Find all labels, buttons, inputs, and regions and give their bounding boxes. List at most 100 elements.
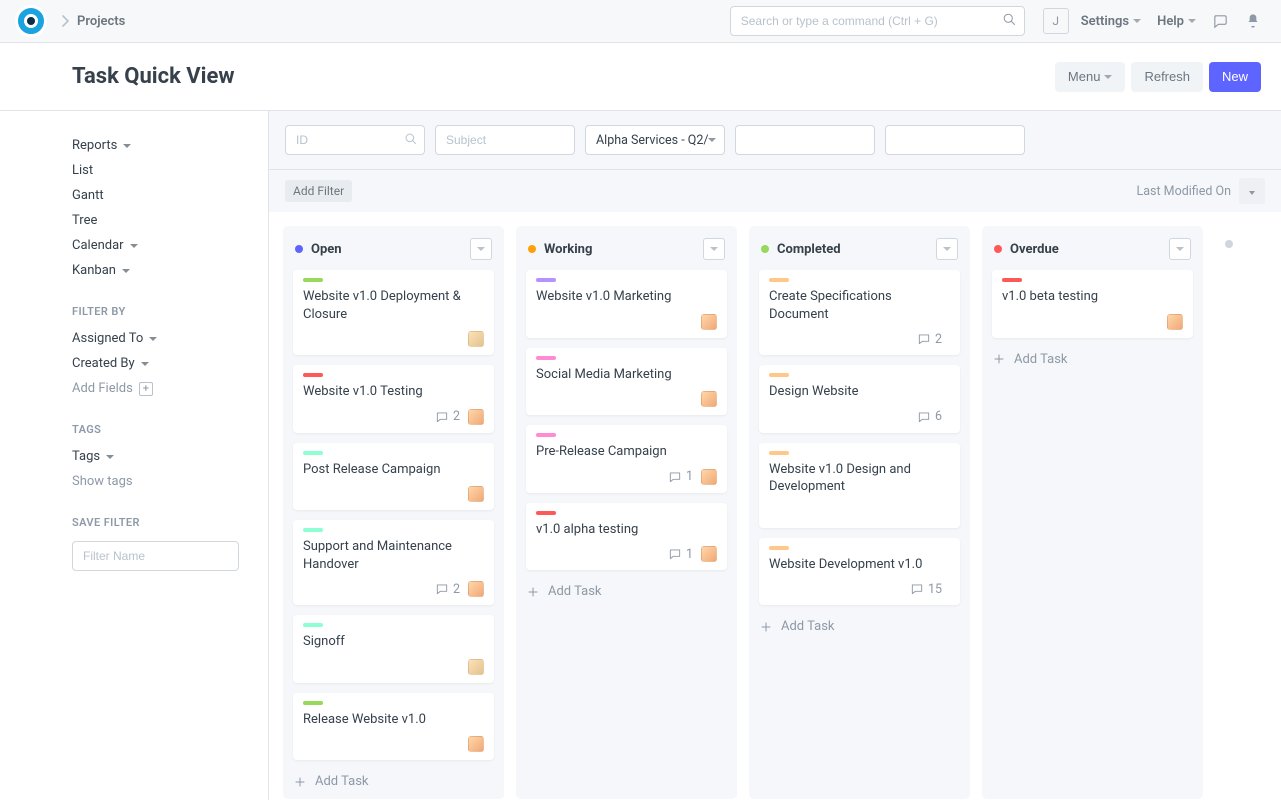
- filter-field[interactable]: [735, 125, 875, 155]
- task-title: Release Website v1.0: [303, 711, 484, 729]
- global-search-input[interactable]: [730, 6, 1025, 36]
- menu-button[interactable]: Menu: [1055, 62, 1126, 92]
- task-card[interactable]: Website v1.0 Deployment & Closure: [293, 270, 494, 355]
- sort-label[interactable]: Last Modified On: [1136, 184, 1231, 199]
- assignee-avatar[interactable]: [701, 314, 717, 330]
- search-icon: [1002, 12, 1017, 27]
- task-title: Website v1.0 Testing: [303, 383, 484, 401]
- task-card[interactable]: Release Website v1.0: [293, 693, 494, 761]
- task-card[interactable]: v1.0 alpha testing1: [526, 503, 727, 571]
- bell-icon[interactable]: [1245, 13, 1261, 29]
- add-task-button[interactable]: Add Task: [992, 352, 1193, 367]
- subject-filter: [435, 125, 575, 155]
- sidebar-view-calendar[interactable]: Calendar: [72, 233, 239, 258]
- breadcrumb-projects[interactable]: Projects: [77, 14, 125, 29]
- kanban-scroll[interactable]: Open Website v1.0 Deployment & Closure Web…: [269, 212, 1281, 800]
- priority-stripe: [303, 528, 323, 532]
- card-footer: 6: [769, 409, 950, 425]
- filter-created-by[interactable]: Created By: [72, 351, 239, 376]
- filter-name-input[interactable]: [72, 541, 239, 571]
- assignee-avatar[interactable]: [468, 659, 484, 675]
- add-task-button[interactable]: Add Task: [526, 584, 727, 599]
- task-card[interactable]: Website v1.0 Testing 2: [293, 365, 494, 433]
- sidebar-view-kanban[interactable]: Kanban: [72, 258, 239, 283]
- project-filter[interactable]: Alpha Services - Q2/: [585, 125, 725, 155]
- add-task-button[interactable]: Add Task: [759, 619, 960, 634]
- subject-filter-input[interactable]: [435, 125, 575, 155]
- task-title: Pre-Release Campaign: [536, 443, 717, 461]
- chevron-down-icon: [477, 247, 485, 251]
- user-avatar[interactable]: J: [1043, 8, 1069, 34]
- refresh-button[interactable]: Refresh: [1131, 62, 1203, 92]
- chat-icon[interactable]: [1212, 13, 1229, 30]
- tags-heading: TAGS: [72, 423, 239, 436]
- priority-stripe: [769, 546, 789, 550]
- assignee-avatar[interactable]: [701, 391, 717, 407]
- task-card[interactable]: v1.0 beta testing: [992, 270, 1193, 338]
- comment-count[interactable]: 15: [910, 582, 942, 597]
- column-menu-button[interactable]: [470, 238, 492, 260]
- comment-count[interactable]: 1: [668, 469, 693, 484]
- sidebar-view-reports[interactable]: Reports: [72, 133, 239, 158]
- assignee-avatar[interactable]: [468, 581, 484, 597]
- settings-menu[interactable]: Settings: [1081, 14, 1141, 29]
- column-menu-button[interactable]: [703, 238, 725, 260]
- assignee-avatar[interactable]: [468, 486, 484, 502]
- column-header: Open: [295, 238, 492, 260]
- sidebar-view-list[interactable]: List: [72, 158, 239, 183]
- sort-direction-button[interactable]: [1239, 178, 1265, 204]
- task-card[interactable]: Pre-Release Campaign 1: [526, 425, 727, 493]
- assignee-avatar[interactable]: [468, 409, 484, 425]
- filter-field[interactable]: [885, 125, 1025, 155]
- filter-assigned-to[interactable]: Assigned To: [72, 326, 239, 351]
- priority-stripe: [769, 278, 789, 282]
- task-card[interactable]: Social Media Marketing: [526, 348, 727, 416]
- task-card[interactable]: Signoff: [293, 615, 494, 683]
- task-card[interactable]: Support and Maintenance Handover2: [293, 520, 494, 605]
- card-footer: [769, 504, 950, 520]
- comment-count[interactable]: 2: [917, 332, 942, 347]
- assignee-avatar[interactable]: [1167, 314, 1183, 330]
- comment-count[interactable]: 2: [435, 409, 460, 424]
- task-card[interactable]: Website v1.0 Design and Development: [759, 443, 960, 528]
- task-card[interactable]: Website v1.0 Marketing: [526, 270, 727, 338]
- kanban-column-working: Working Website v1.0 Marketing Social Medi…: [516, 226, 737, 799]
- priority-stripe: [303, 451, 323, 455]
- app-logo[interactable]: [15, 5, 47, 37]
- assignee-avatar[interactable]: [701, 469, 717, 485]
- task-card[interactable]: Create Specifications Document2: [759, 270, 960, 355]
- plus-icon: +: [139, 382, 153, 396]
- chevron-down-icon: [710, 247, 718, 251]
- add-task-button[interactable]: Add Task: [293, 774, 494, 789]
- column-menu-button[interactable]: [936, 238, 958, 260]
- board-area: Alpha Services - Q2/ Add Filter Last Mod…: [268, 111, 1281, 800]
- task-card[interactable]: Design Website6: [759, 365, 960, 433]
- assignee-avatar[interactable]: [701, 546, 717, 562]
- priority-stripe: [769, 373, 789, 377]
- chevron-down-icon: [149, 337, 157, 341]
- task-card[interactable]: Website Development v1.015: [759, 538, 960, 606]
- sidebar-view-gantt[interactable]: Gantt: [72, 183, 239, 208]
- task-card[interactable]: Post Release Campaign: [293, 443, 494, 511]
- plus-icon: [293, 775, 307, 789]
- help-menu[interactable]: Help: [1157, 14, 1196, 29]
- card-footer: [303, 736, 484, 752]
- assignee-avatar[interactable]: [468, 331, 484, 347]
- show-tags[interactable]: Show tags: [72, 469, 239, 494]
- priority-stripe: [769, 451, 789, 455]
- navbar: Projects J Settings Help: [0, 0, 1281, 43]
- add-fields[interactable]: Add Fields+: [72, 376, 239, 401]
- comment-count[interactable]: 2: [435, 582, 460, 597]
- tags-filter[interactable]: Tags: [72, 444, 239, 469]
- sidebar-view-tree[interactable]: Tree: [72, 208, 239, 233]
- kanban-board: Open Website v1.0 Deployment & Closure Web…: [269, 212, 1281, 800]
- column-title: Working: [544, 242, 703, 257]
- new-button[interactable]: New: [1209, 62, 1261, 92]
- chevron-down-icon: [1176, 247, 1184, 251]
- column-menu-button[interactable]: [1169, 238, 1191, 260]
- comment-count[interactable]: 1: [668, 547, 693, 562]
- chevron-right-icon: [61, 15, 69, 27]
- add-filter-chip[interactable]: Add Filter: [285, 180, 352, 202]
- comment-count[interactable]: 6: [917, 409, 942, 424]
- assignee-avatar[interactable]: [468, 736, 484, 752]
